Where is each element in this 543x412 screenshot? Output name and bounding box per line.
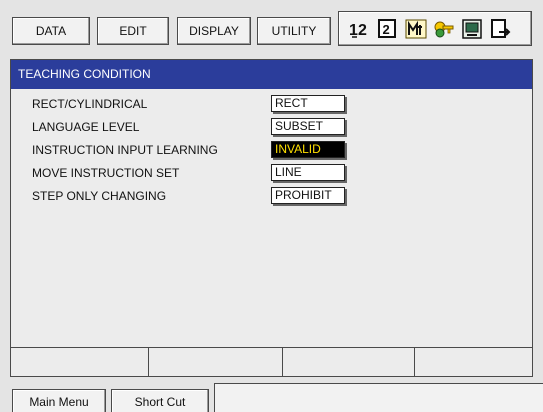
row-label-language-level: LANGUAGE LEVEL: [32, 120, 140, 134]
message-area: [214, 383, 543, 412]
value-rect-cylindrical[interactable]: RECT: [271, 95, 345, 112]
step-number-icon[interactable]: 2: [377, 19, 399, 39]
numbering-icon[interactable]: 1 2: [349, 19, 371, 39]
value-move-instruction-set[interactable]: LINE: [271, 164, 345, 181]
status-cell: [149, 348, 283, 377]
svg-text:2: 2: [358, 22, 367, 39]
status-cell: [415, 348, 532, 377]
value-language-level[interactable]: SUBSET: [271, 118, 345, 135]
row-label-instruction-input-learning: INSTRUCTION INPUT LEARNING: [32, 143, 218, 157]
display-menu-button[interactable]: DISPLAY: [177, 17, 251, 45]
short-cut-button[interactable]: Short Cut: [111, 389, 209, 412]
monitor-icon[interactable]: [461, 19, 483, 39]
utility-menu-button[interactable]: UTILITY: [257, 17, 331, 45]
teaching-condition-panel: TEACHING CONDITION RECT/CYLINDRICAL RECT…: [10, 59, 533, 377]
svg-text:2: 2: [383, 22, 390, 37]
panel-title: TEACHING CONDITION: [11, 60, 532, 89]
value-step-only-changing[interactable]: PROHIBIT: [271, 187, 345, 204]
value-instruction-input-learning[interactable]: INVALID: [271, 141, 345, 158]
status-bar: [11, 347, 532, 377]
row-label-move-instruction-set: MOVE INSTRUCTION SET: [32, 166, 180, 180]
status-cell: [11, 348, 149, 377]
data-menu-button[interactable]: DATA: [12, 17, 90, 45]
main-menu-button[interactable]: Main Menu: [12, 389, 106, 412]
exit-icon[interactable]: [490, 19, 512, 39]
pendant-mode-icon[interactable]: [405, 19, 427, 39]
status-icon-tray: 1 2 2: [338, 11, 532, 46]
security-key-icon[interactable]: [433, 19, 455, 39]
edit-menu-button[interactable]: EDIT: [97, 17, 169, 45]
row-label-rect-cylindrical: RECT/CYLINDRICAL: [32, 97, 148, 111]
status-cell: [283, 348, 415, 377]
row-label-step-only-changing: STEP ONLY CHANGING: [32, 189, 167, 203]
